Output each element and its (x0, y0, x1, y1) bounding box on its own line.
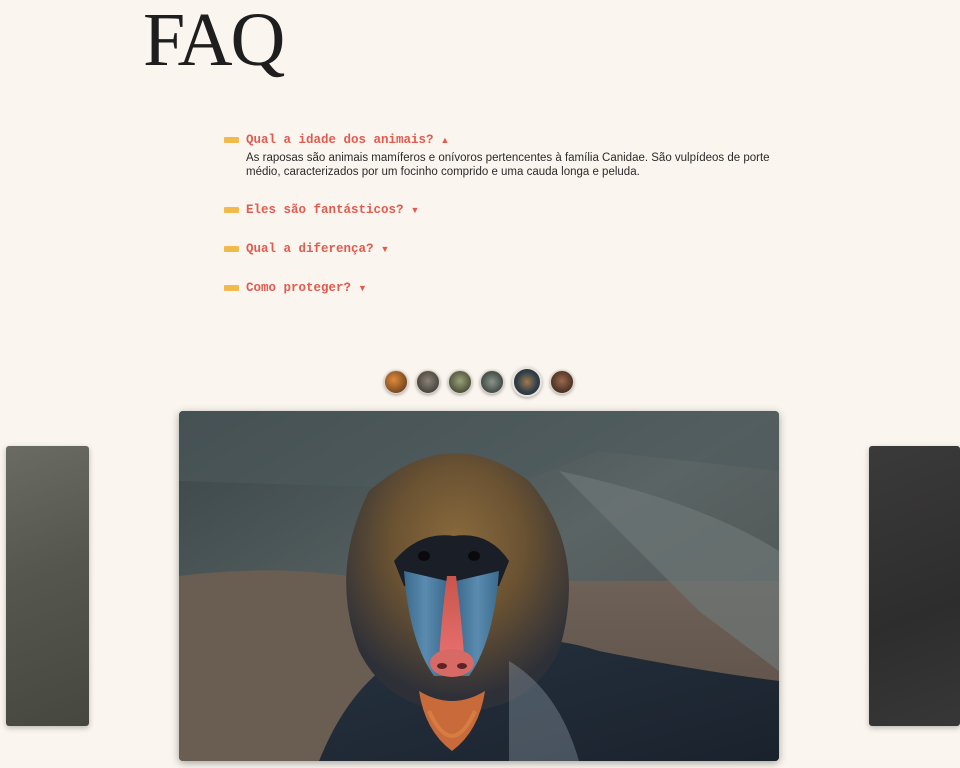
faq-item: Como proteger? ▼ (224, 279, 824, 296)
faq-marker (224, 206, 239, 213)
faq-list: Qual a idade dos animais? ▲ As raposas s… (224, 131, 824, 318)
chevron-down-icon[interactable]: ▼ (358, 283, 367, 293)
carousel-prev-card[interactable] (6, 446, 89, 726)
faq-question-text: Qual a idade dos animais? (246, 132, 434, 147)
faq-marker (224, 245, 239, 252)
thumbnail-monkey[interactable] (416, 370, 440, 394)
chevron-down-icon[interactable]: ▼ (381, 244, 390, 254)
faq-answer: As raposas são animais mamíferos e onívo… (246, 152, 770, 178)
faq-question-toggle[interactable]: Qual a diferença? ▼ (224, 240, 824, 257)
faq-question-text: Como proteger? (246, 280, 352, 295)
page-title: FAQ (143, 0, 285, 82)
faq-item: Qual a diferença? ▼ (224, 240, 824, 257)
faq-question-toggle[interactable]: Qual a idade dos animais? ▲ (224, 131, 824, 148)
faq-question-text: Qual a diferença? (246, 241, 374, 256)
thumbnail-monkey-2[interactable] (550, 370, 574, 394)
gallery-thumbnails (384, 367, 574, 397)
faq-question-toggle[interactable]: Como proteger? ▼ (224, 279, 824, 296)
thumbnail-fox[interactable] (384, 370, 408, 394)
mandrill-image (179, 411, 779, 761)
faq-marker (224, 284, 239, 291)
thumbnail-bear[interactable] (448, 370, 472, 394)
faq-question-text: Eles são fantásticos? (246, 202, 404, 217)
faq-item: Eles são fantásticos? ▼ (224, 201, 824, 218)
thumbnail-mandrill-active[interactable] (512, 367, 542, 397)
carousel-next-card[interactable] (869, 446, 960, 726)
chevron-up-icon[interactable]: ▲ (441, 135, 450, 145)
chevron-down-icon[interactable]: ▼ (411, 205, 420, 215)
faq-item: Qual a idade dos animais? ▲ As raposas s… (224, 131, 824, 179)
faq-question-toggle[interactable]: Eles são fantásticos? ▼ (224, 201, 824, 218)
thumbnail-wolf[interactable] (480, 370, 504, 394)
carousel-main-image (179, 411, 779, 761)
faq-marker (224, 136, 239, 143)
